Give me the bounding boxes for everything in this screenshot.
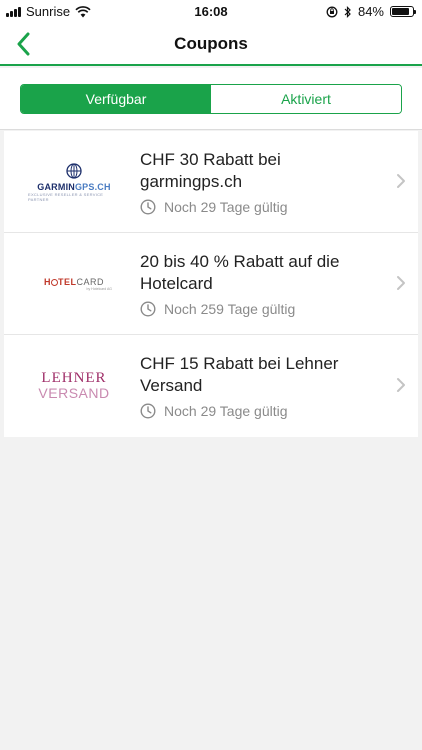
garmingps-logo-subtext: EXCLUSIVE RESELLER & SERVICE PARTNER [28,192,104,202]
coupon-validity: Noch 29 Tage gültig [140,199,288,215]
battery-icon [390,6,416,17]
clock-icon [140,403,156,419]
tab-verfuegbar[interactable]: Verfügbar [21,85,211,113]
status-bar: Sunrise 16:08 84% [0,0,422,22]
lehner-logo-bottom: VERSAND [38,385,110,401]
coupon-title: CHF 30 Rabatt bei garmingps.ch [140,150,281,191]
bluetooth-icon [344,5,351,18]
validity-text: Noch 259 Tage gültig [164,301,296,317]
coupon-item-garmingps[interactable]: GARMINGPS.CH EXCLUSIVE RESELLER & SERVIC… [4,131,418,233]
hotelcard-logo: H TELCARD by Hotelcard AG [28,259,120,309]
segment-area: Verfügbar Aktiviert [0,68,422,130]
validity-text: Noch 29 Tage gültig [164,403,288,419]
hotelcard-logo-subtext: by Hotelcard AG [86,287,112,291]
battery-fill [392,8,409,15]
battery-percent: 84% [357,4,384,19]
clock-icon [140,301,156,317]
navigation-bar: Coupons [0,22,422,66]
clock-icon [140,199,156,215]
coupon-validity: Noch 259 Tage gültig [140,301,295,317]
status-right: 84% [326,4,416,19]
coupon-list: GARMINGPS.CH EXCLUSIVE RESELLER & SERVIC… [4,131,418,437]
garmingps-logo: GARMINGPS.CH EXCLUSIVE RESELLER & SERVIC… [28,157,120,207]
hotelcard-logo-text: H TELCARD [43,277,104,287]
coupon-title: 20 bis 40 % Rabatt auf die Hotelcard [140,252,340,293]
coupon-title: CHF 15 Rabatt bei Lehner Versand [140,354,339,395]
tab-aktiviert[interactable]: Aktiviert [211,85,401,113]
page-title: Coupons [174,34,248,53]
rotation-lock-icon [326,6,338,17]
coupon-validity: Noch 29 Tage gültig [140,403,288,419]
lehner-logo-top: LEHNER [41,370,107,386]
chevron-right-icon [397,378,405,392]
segmented-control: Verfügbar Aktiviert [20,84,402,114]
coupon-item-lehner[interactable]: LEHNER VERSAND CHF 15 Rabatt bei Lehner … [4,335,418,437]
chevron-right-icon [397,174,405,188]
chevron-right-icon [397,276,405,290]
lehner-logo: LEHNER VERSAND [28,361,120,411]
globe-logo-icon [66,163,82,179]
validity-text: Noch 29 Tage gültig [164,199,288,215]
coupon-item-hotelcard[interactable]: H TELCARD by Hotelcard AG 20 bis 40 % Rab… [4,233,418,335]
garmingps-logo-text: GARMINGPS.CH [37,182,111,192]
